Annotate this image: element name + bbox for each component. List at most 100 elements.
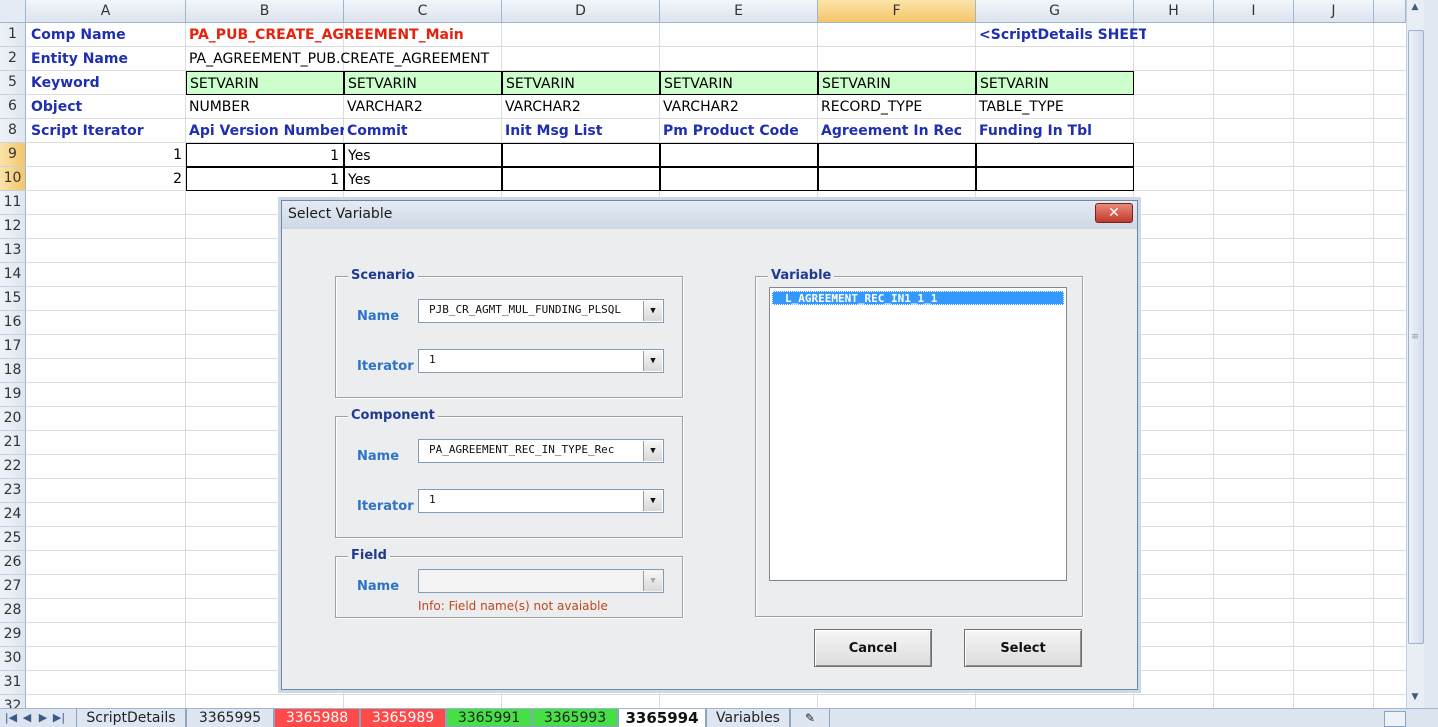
row-header-8[interactable]: 8: [0, 119, 26, 143]
chevron-down-icon[interactable]: ▼: [643, 441, 662, 461]
cell-e8[interactable]: Pm Product Code: [660, 119, 818, 143]
column-header-i[interactable]: I: [1214, 0, 1294, 23]
cell-a8[interactable]: Script Iterator: [28, 119, 184, 143]
column-header-h[interactable]: H: [1134, 0, 1214, 23]
dialog-titlebar[interactable]: Select Variable ✕: [282, 201, 1137, 229]
row-header-14[interactable]: 14: [0, 263, 26, 287]
chevron-down-icon[interactable]: ▼: [643, 351, 662, 371]
cell-e9[interactable]: [660, 143, 818, 167]
row-header-17[interactable]: 17: [0, 335, 26, 359]
cancel-button[interactable]: Cancel: [814, 629, 932, 667]
row-header-18[interactable]: 18: [0, 359, 26, 383]
cell-d8[interactable]: Init Msg List: [502, 119, 660, 143]
row-header-20[interactable]: 20: [0, 407, 26, 431]
first-sheet-icon[interactable]: |◀: [4, 710, 18, 726]
row-header-25[interactable]: 25: [0, 527, 26, 551]
row-header-6[interactable]: 6: [0, 95, 26, 119]
chevron-down-icon[interactable]: ▼: [643, 491, 662, 511]
chevron-down-icon[interactable]: ▼: [643, 571, 662, 591]
cell-b9[interactable]: 1: [186, 143, 344, 167]
cell-a9[interactable]: 1: [26, 143, 186, 167]
cell-f10[interactable]: [818, 167, 976, 191]
tab-3365991[interactable]: 3365991: [446, 709, 532, 727]
cell-d6[interactable]: VARCHAR2: [502, 95, 660, 119]
row-header-29[interactable]: 29: [0, 623, 26, 647]
cell-f8[interactable]: Agreement In Rec: [818, 119, 976, 143]
row-header-26[interactable]: 26: [0, 551, 26, 575]
last-sheet-icon[interactable]: ▶|: [52, 710, 66, 726]
split-handle-icon[interactable]: [1384, 711, 1406, 727]
row-header-1[interactable]: 1: [0, 23, 26, 47]
cell-d9[interactable]: [502, 143, 660, 167]
cell-c8[interactable]: Commit: [344, 119, 502, 143]
column-header-k[interactable]: [1374, 0, 1406, 23]
select-all-corner[interactable]: [0, 0, 26, 23]
close-icon[interactable]: ✕: [1095, 203, 1133, 223]
column-header-a[interactable]: A: [26, 0, 186, 23]
cell-d10[interactable]: [502, 167, 660, 191]
row-header-31[interactable]: 31: [0, 671, 26, 695]
column-header-c[interactable]: C: [344, 0, 502, 23]
row-header-11[interactable]: 11: [0, 191, 26, 215]
cell-e5[interactable]: SETVARIN: [660, 71, 818, 95]
cell-f6[interactable]: RECORD_TYPE: [818, 95, 976, 119]
row-header-32[interactable]: 32: [0, 695, 26, 708]
row-header-21[interactable]: 21: [0, 431, 26, 455]
cell-b2[interactable]: PA_AGREEMENT_PUB.CREATE_AGREEMENT: [186, 47, 526, 71]
row-header-16[interactable]: 16: [0, 311, 26, 335]
cell-b5[interactable]: SETVARIN: [186, 71, 344, 95]
row-header-27[interactable]: 27: [0, 575, 26, 599]
cell-a1[interactable]: Comp Name: [28, 23, 184, 47]
cell-e6[interactable]: VARCHAR2: [660, 95, 818, 119]
cell-g5[interactable]: SETVARIN: [976, 71, 1134, 95]
component-iterator-dropdown[interactable]: 1 ▼: [418, 489, 664, 513]
prev-sheet-icon[interactable]: ◀: [20, 710, 34, 726]
cell-e10[interactable]: [660, 167, 818, 191]
variable-list-item-selected[interactable]: L_AGREEMENT_REC_IN1_1_1: [772, 291, 1064, 305]
cell-g8[interactable]: Funding In Tbl: [976, 119, 1134, 143]
tab-scriptdetails[interactable]: ScriptDetails: [76, 709, 186, 727]
cell-b8[interactable]: Api Version Number: [186, 119, 344, 143]
row-header-19[interactable]: 19: [0, 383, 26, 407]
tab-3365995[interactable]: 3365995: [186, 709, 274, 727]
row-header-30[interactable]: 30: [0, 647, 26, 671]
column-header-b[interactable]: B: [186, 0, 344, 23]
cell-a10[interactable]: 2: [26, 167, 186, 191]
tab-3365993[interactable]: 3365993: [532, 709, 618, 727]
scenario-iterator-dropdown[interactable]: 1 ▼: [418, 349, 664, 373]
cell-f5[interactable]: SETVARIN: [818, 71, 976, 95]
column-header-j[interactable]: J: [1294, 0, 1374, 23]
column-header-f[interactable]: F: [818, 0, 976, 23]
tab-3365994[interactable]: 3365994: [618, 709, 706, 727]
scroll-up-icon[interactable]: ▲: [1407, 0, 1423, 14]
tab-variables[interactable]: Variables: [706, 709, 790, 727]
row-header-22[interactable]: 22: [0, 455, 26, 479]
row-header-13[interactable]: 13: [0, 239, 26, 263]
variable-listbox[interactable]: L_AGREEMENT_REC_IN1_1_1: [769, 287, 1067, 581]
row-header-2[interactable]: 2: [0, 47, 26, 71]
cell-g1[interactable]: <ScriptDetails SHEET>: [976, 23, 1146, 47]
cell-g9[interactable]: [976, 143, 1134, 167]
tab-3365988[interactable]: 3365988: [274, 709, 360, 727]
column-header-d[interactable]: D: [502, 0, 660, 23]
chevron-down-icon[interactable]: ▼: [643, 301, 662, 321]
cell-g6[interactable]: TABLE_TYPE: [976, 95, 1134, 119]
insert-sheet-icon[interactable]: ✎: [790, 709, 830, 727]
cell-c6[interactable]: VARCHAR2: [344, 95, 502, 119]
cell-c5[interactable]: SETVARIN: [344, 71, 502, 95]
cell-b1[interactable]: PA_PUB_CREATE_AGREEMENT_Main: [186, 23, 506, 47]
row-header-23[interactable]: 23: [0, 479, 26, 503]
cell-b10[interactable]: 1: [186, 167, 344, 191]
cell-a2[interactable]: Entity Name: [28, 47, 184, 71]
row-header-24[interactable]: 24: [0, 503, 26, 527]
cell-d5[interactable]: SETVARIN: [502, 71, 660, 95]
cell-b6[interactable]: NUMBER: [186, 95, 344, 119]
cell-c10[interactable]: Yes: [344, 167, 502, 191]
scenario-name-dropdown[interactable]: PJB_CR_AGMT_MUL_FUNDING_PLSQL ▼: [418, 299, 664, 323]
row-header-12[interactable]: 12: [0, 215, 26, 239]
component-name-dropdown[interactable]: PA_AGREEMENT_REC_IN_TYPE_Rec ▼: [418, 439, 664, 463]
row-header-10[interactable]: 10: [0, 167, 26, 191]
cell-c9[interactable]: Yes: [344, 143, 502, 167]
cell-g10[interactable]: [976, 167, 1134, 191]
cell-a6[interactable]: Object: [28, 95, 184, 119]
